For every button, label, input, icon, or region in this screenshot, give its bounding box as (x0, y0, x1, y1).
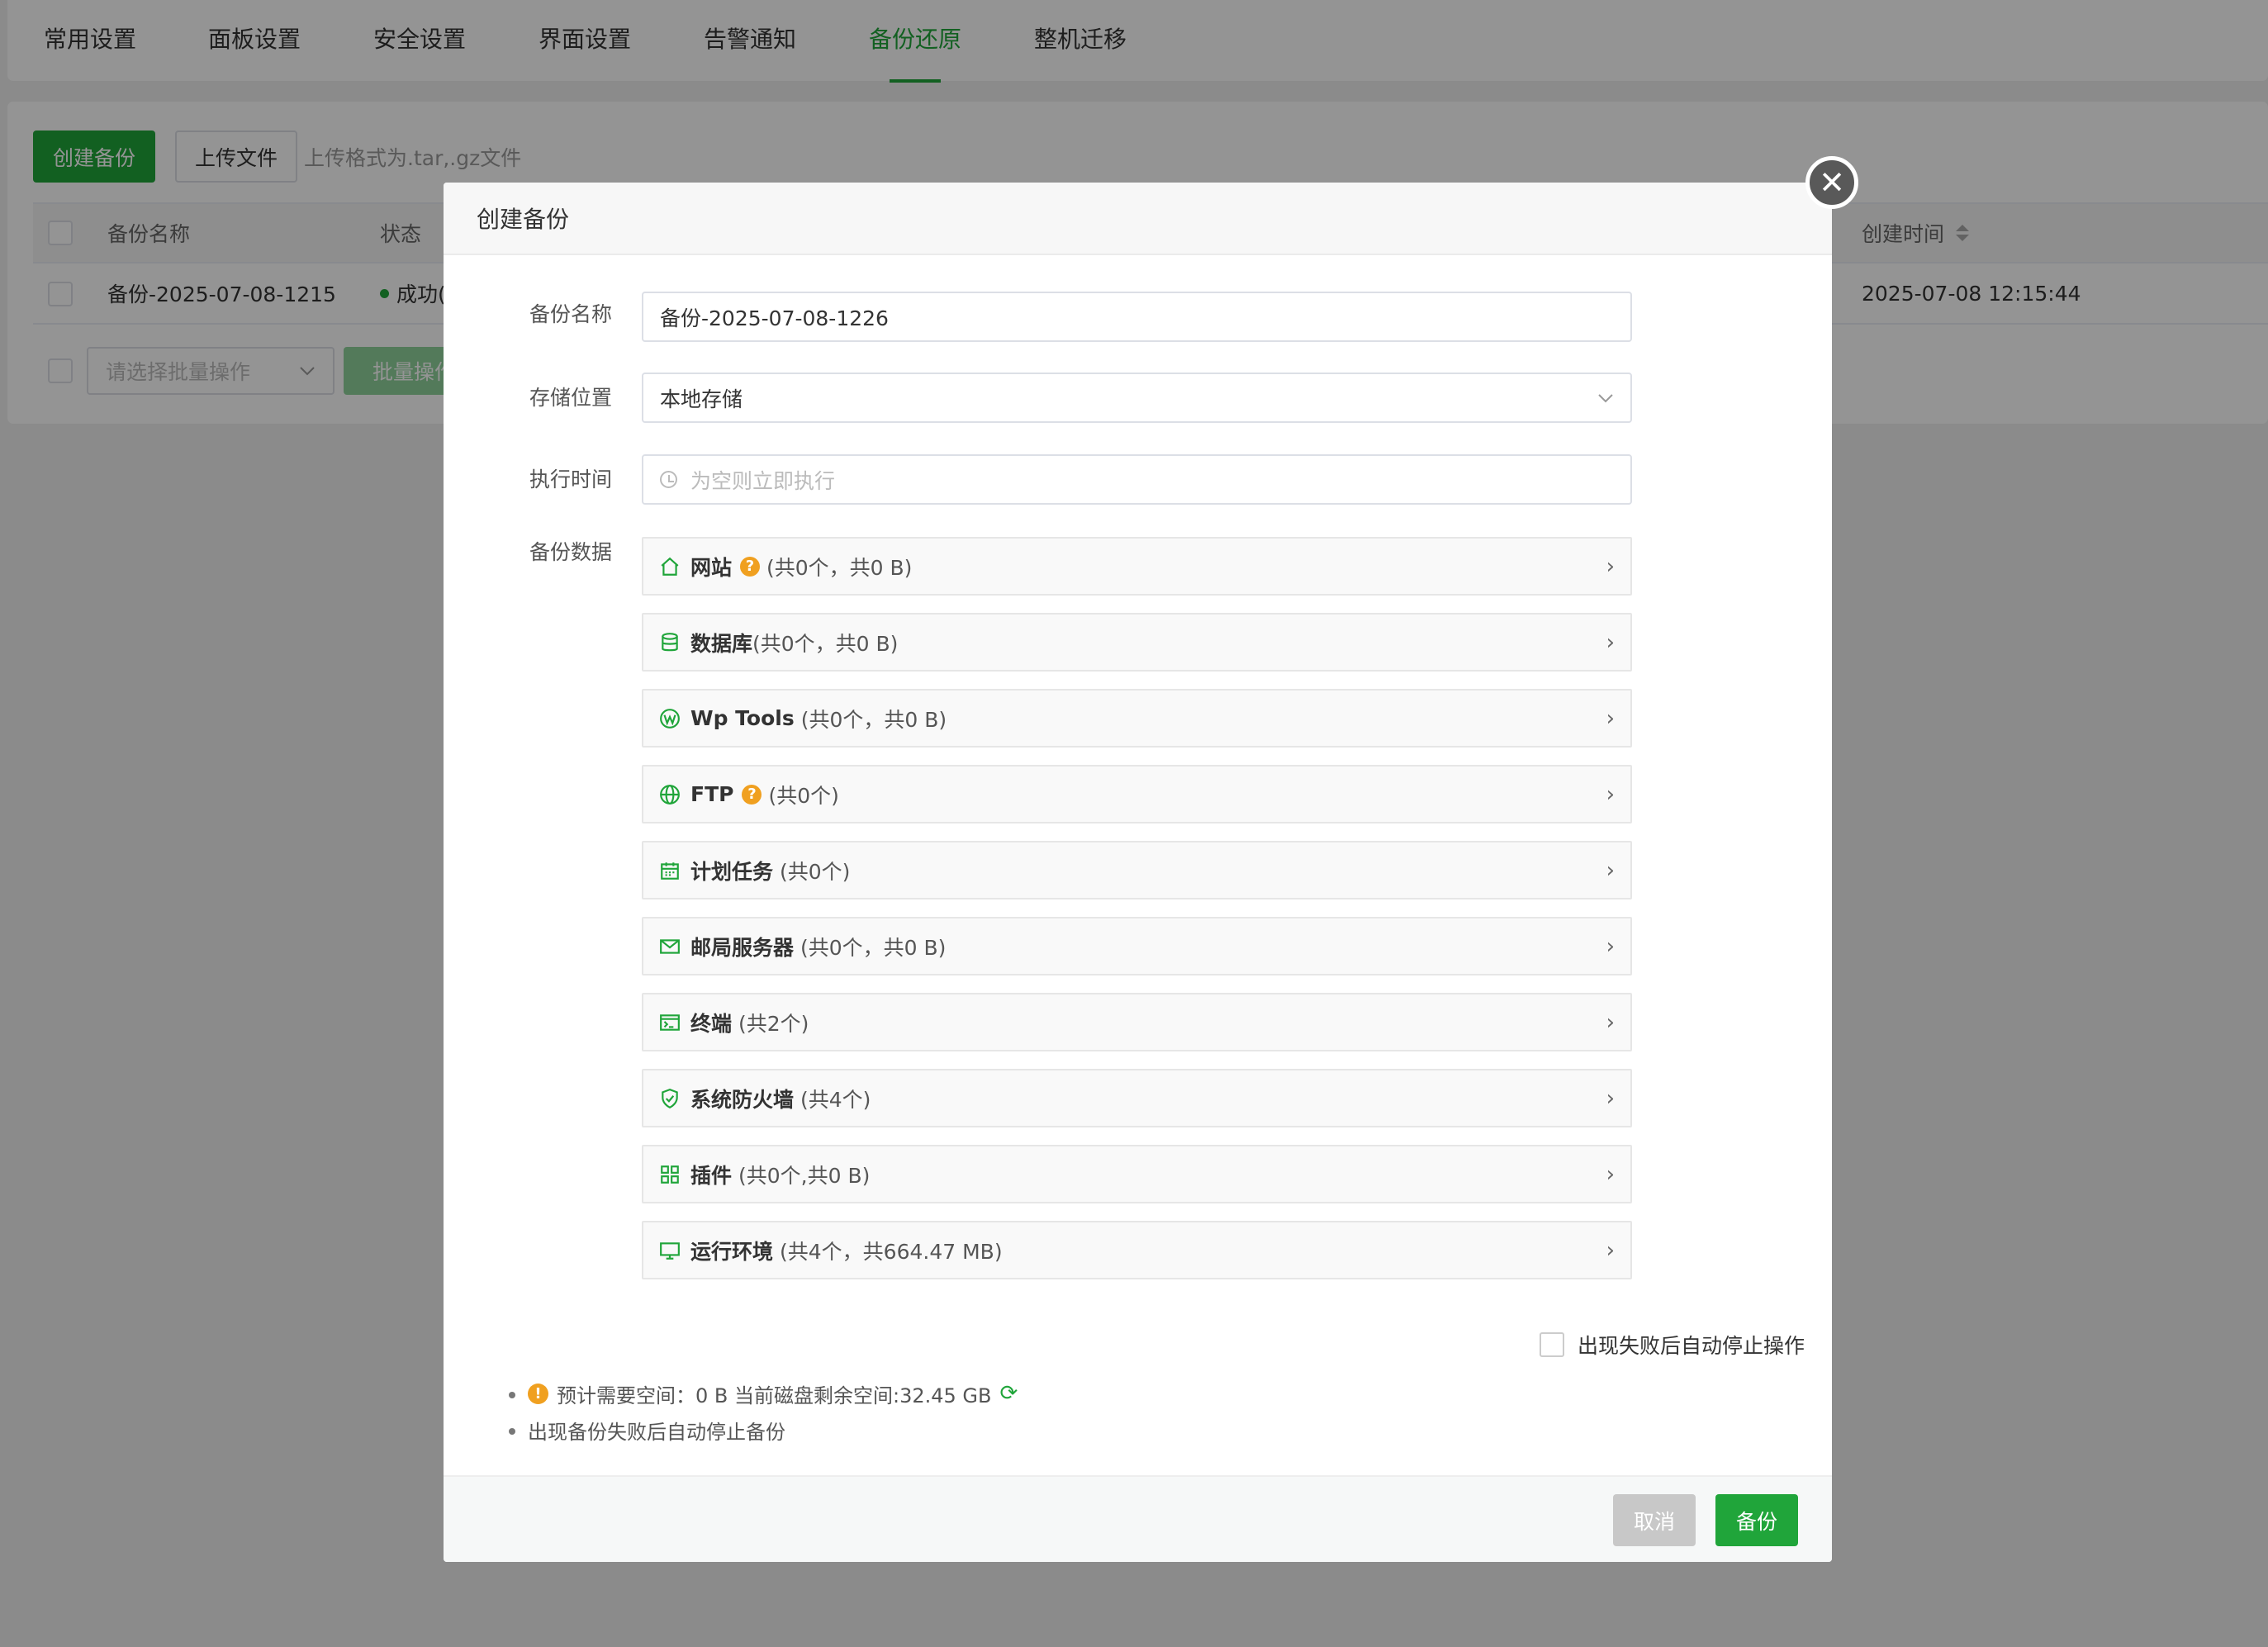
shield-icon (659, 1088, 681, 1109)
execution-time-label: 执行时间 (529, 468, 613, 491)
note-space: ! 预计需要空间：0 B 当前磁盘剩余空间:32.45 GB ⟳ (509, 1375, 1018, 1412)
backup-item-info: (共0个，共0 B) (800, 707, 947, 732)
confirm-backup-button[interactable]: 备份 (1715, 1494, 1798, 1546)
backup-item-mail-server[interactable]: 邮局服务器 (共0个，共0 B) › (642, 917, 1632, 975)
terminal-icon (659, 1012, 681, 1033)
backup-name-value: 备份-2025-07-08-1226 (660, 306, 889, 330)
backup-item-wp-tools[interactable]: Wp Tools (共0个，共0 B) › (642, 689, 1632, 748)
backup-item-name: 运行环境 (690, 1239, 774, 1264)
home-icon (659, 556, 681, 577)
create-backup-dialog: 创建备份 备份名称 备份-2025-07-08-1226 存储位置 本地存储 执… (444, 183, 1832, 1562)
backup-item-name: Wp Tools (690, 706, 795, 730)
backup-item-runtime[interactable]: 运行环境 (共4个，共664.47 MB) › (642, 1221, 1632, 1279)
wordpress-icon (659, 708, 681, 729)
cancel-button[interactable]: 取消 (1613, 1494, 1696, 1546)
chevron-right-icon: › (1606, 553, 1615, 579)
checkbox-box[interactable] (1540, 1332, 1564, 1357)
backup-item-info: (共4个，共664.47 MB) (780, 1239, 1003, 1264)
chevron-down-icon (1598, 393, 1613, 402)
backup-item-info: (共2个) (738, 1011, 809, 1036)
chevron-right-icon: › (1606, 1161, 1615, 1187)
execution-time-input[interactable]: 为空则立即执行 (642, 454, 1632, 505)
close-icon[interactable]: ✕ (1805, 156, 1858, 209)
backup-item-name: 系统防火墙 (690, 1087, 795, 1112)
backup-item-website[interactable]: 网站 ? (共0个，共0 B) › (642, 537, 1632, 596)
chevron-right-icon: › (1606, 1085, 1615, 1111)
backup-item-info: (共4个) (800, 1087, 871, 1112)
execution-time-placeholder: 为空则立即执行 (690, 468, 836, 493)
warning-icon: ! (528, 1383, 548, 1404)
storage-location-value: 本地存储 (660, 387, 743, 411)
storage-location-label: 存储位置 (529, 386, 613, 410)
note-auto-stop-text: 出现备份失败后自动停止备份 (528, 1420, 785, 1444)
backup-item-name: 计划任务 (690, 859, 774, 884)
backup-item-plugins[interactable]: 插件 (共0个,共0 B) › (642, 1145, 1632, 1203)
backup-item-info: (共0个) (780, 859, 851, 884)
auto-stop-label: 出现失败后自动停止操作 (1578, 1334, 1805, 1358)
bullet (509, 1428, 515, 1435)
chevron-right-icon: › (1606, 781, 1615, 807)
plugins-icon (659, 1164, 681, 1185)
chevron-right-icon: › (1606, 1237, 1615, 1263)
backup-item-ftp[interactable]: FTP ? (共0个) › (642, 765, 1632, 824)
calendar-icon (659, 860, 681, 881)
clock-icon (660, 471, 677, 488)
backup-item-info: (共0个,共0 B) (738, 1163, 871, 1188)
monitor-icon (659, 1240, 681, 1261)
backup-item-name: 网站 (690, 555, 733, 580)
backup-name-input[interactable]: 备份-2025-07-08-1226 (642, 292, 1632, 342)
help-icon[interactable]: ? (740, 556, 761, 577)
globe-icon (659, 784, 681, 805)
storage-location-select[interactable]: 本地存储 (642, 373, 1632, 423)
mail-icon (659, 936, 681, 957)
backup-data-label: 备份数据 (529, 540, 613, 564)
backup-item-name: 插件 (690, 1163, 733, 1188)
chevron-right-icon: › (1606, 705, 1615, 731)
dialog-footer: 取消 备份 (444, 1475, 1832, 1562)
bullet (509, 1392, 515, 1398)
backup-item-info: (共0个，共0 B) (800, 935, 947, 960)
backup-item-cron[interactable]: 计划任务 (共0个) › (642, 841, 1632, 899)
help-icon[interactable]: ? (742, 784, 762, 805)
backup-name-label: 备份名称 (529, 302, 613, 326)
note-auto-stop: 出现备份失败后自动停止备份 (509, 1412, 1018, 1448)
dialog-title: 创建备份 (444, 183, 1832, 255)
backup-item-name: 数据库 (690, 631, 753, 656)
backup-item-firewall[interactable]: 系统防火墙 (共4个) › (642, 1069, 1632, 1127)
backup-item-name: 邮局服务器 (690, 935, 795, 960)
notes-list: ! 预计需要空间：0 B 当前磁盘剩余空间:32.45 GB ⟳ 出现备份失败后… (509, 1375, 1018, 1448)
backup-item-database[interactable]: 数据库 (共0个，共0 B) › (642, 613, 1632, 672)
backup-item-info: (共0个，共0 B) (766, 555, 913, 580)
backup-item-terminal[interactable]: 终端 (共2个) › (642, 993, 1632, 1051)
refresh-icon[interactable]: ⟳ (999, 1381, 1018, 1406)
database-icon (659, 632, 681, 653)
backup-item-name: FTP (690, 782, 734, 806)
chevron-right-icon: › (1606, 629, 1615, 655)
backup-item-info: (共0个，共0 B) (752, 631, 899, 656)
chevron-right-icon: › (1606, 933, 1615, 959)
auto-stop-checkbox[interactable]: 出现失败后自动停止操作 (1540, 1330, 1805, 1360)
backup-item-name: 终端 (690, 1011, 733, 1036)
chevron-right-icon: › (1606, 1009, 1615, 1035)
chevron-right-icon: › (1606, 857, 1615, 883)
backup-item-info: (共0个) (768, 783, 839, 808)
note-space-text: 预计需要空间：0 B 当前磁盘剩余空间:32.45 GB (557, 1384, 992, 1407)
